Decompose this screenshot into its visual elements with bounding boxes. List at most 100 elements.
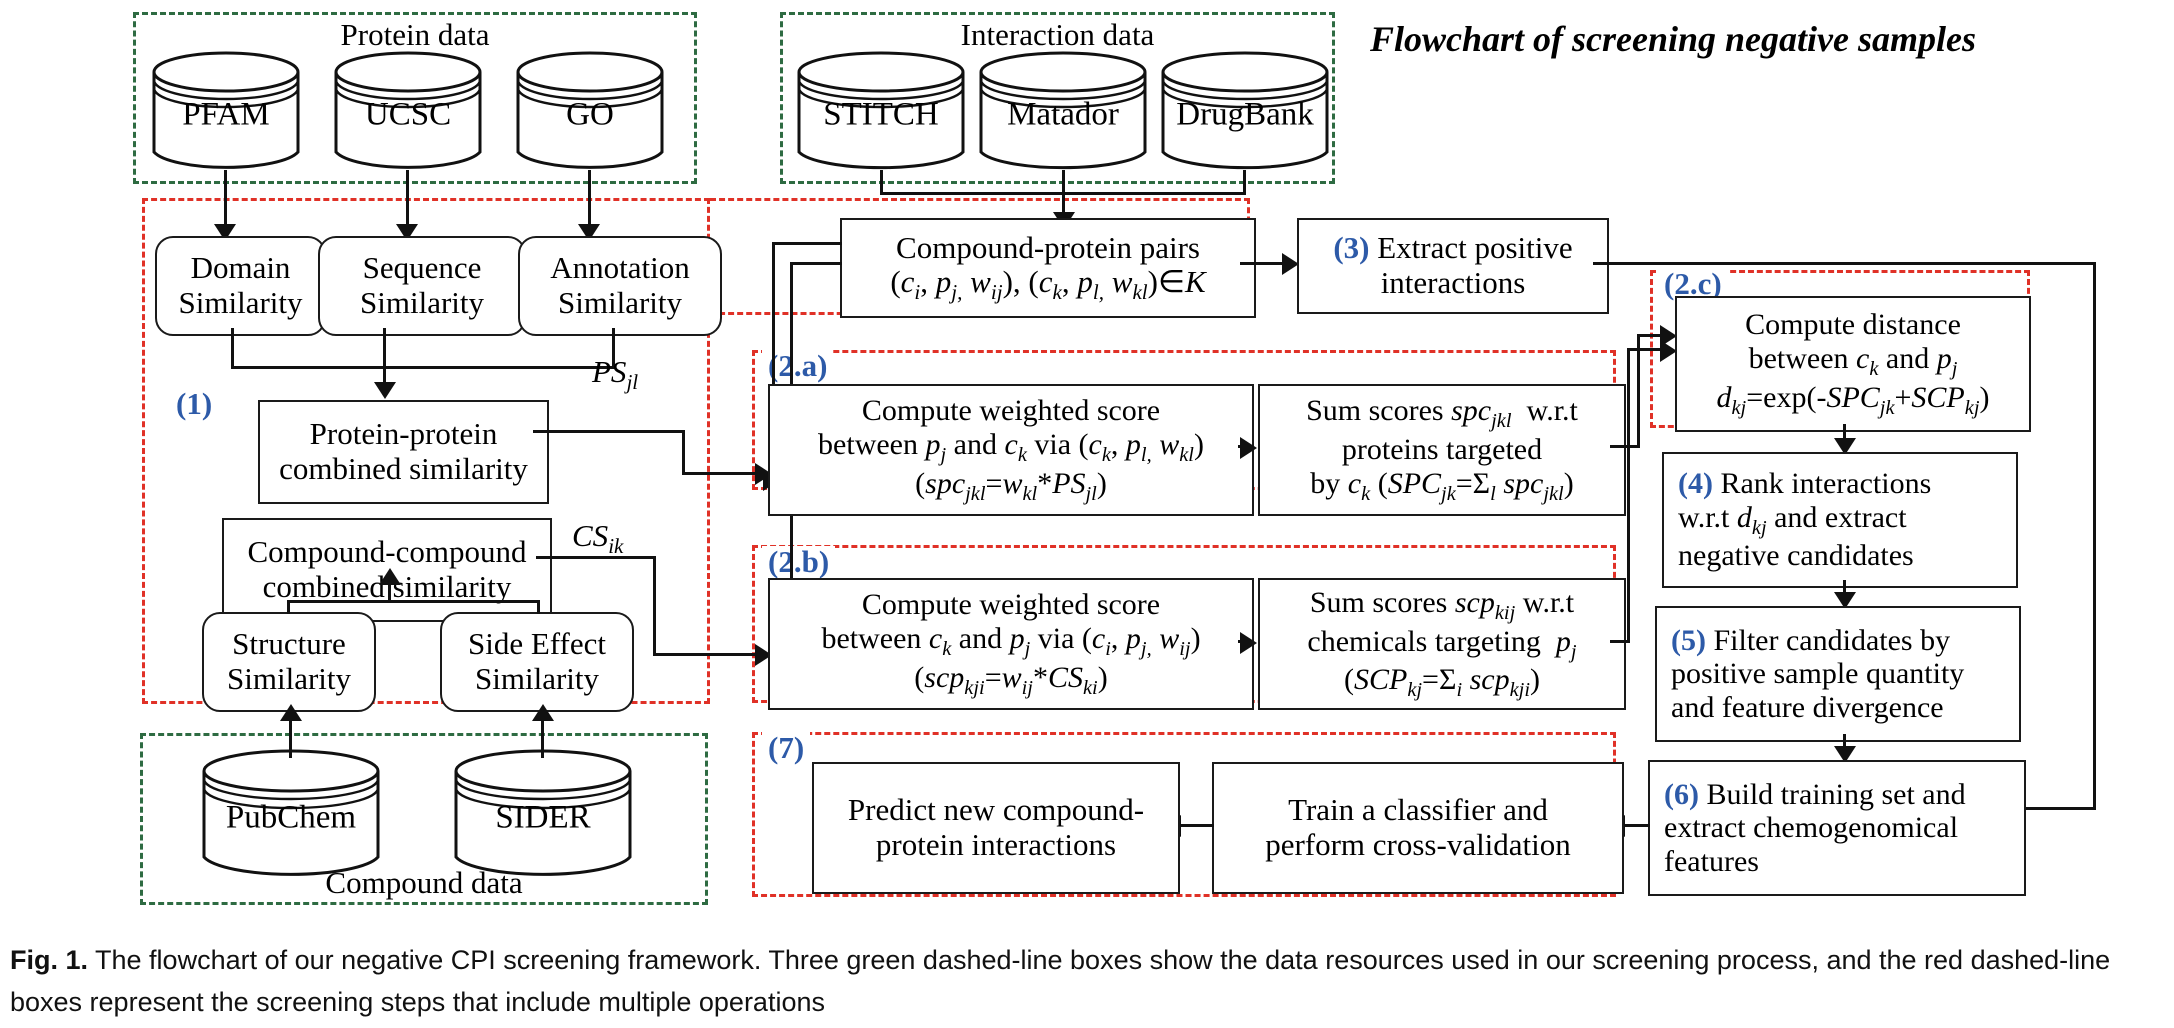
step6-line1: Build training set and <box>1706 777 1966 811</box>
figure-headline: Flowchart of screening negative samples <box>1370 19 1976 59</box>
connector-go-annotation <box>588 170 591 228</box>
arrow-pubchem-structure <box>280 704 302 721</box>
cp-pairs-line1: Compound-protein pairs <box>896 229 1200 265</box>
box-2b-left-line1: Compute weighted score <box>861 588 1161 622</box>
database-drugbank-label: DrugBank <box>1176 96 1314 133</box>
arrow-2a-left-to-right <box>1240 437 1257 459</box>
box-annotation-similarity: Annotation Similarity <box>518 236 722 336</box>
figure-canvas: Flowchart of screening negative samples … <box>0 0 2174 1028</box>
box-structure-l2: Similarity <box>227 661 351 696</box>
caption-text: The flowchart of our negative CPI screen… <box>10 945 2111 1017</box>
box-structure-similarity: Structure Similarity <box>202 612 376 712</box>
box-2c-line2: between ck and pj <box>1748 341 1958 380</box>
step3-line2: interactions <box>1380 265 1526 300</box>
database-ucsc: UCSC <box>332 48 484 176</box>
database-stitch-label: STITCH <box>823 96 939 133</box>
box-pp-l1: Protein-protein <box>309 416 498 452</box>
box-cc-l1: Compound-compound <box>247 534 527 570</box>
train-line1: Train a classifier and <box>1288 792 1548 828</box>
box-structure-l1: Structure <box>232 626 346 662</box>
label-cs-ik-main: CS <box>572 518 609 553</box>
box-side-effect-similarity: Side Effect Similarity <box>440 612 634 712</box>
database-pfam-label: PFAM <box>182 96 270 133</box>
connector-cppairs-left2-top <box>790 262 842 265</box>
arrow-sider-sideeffect <box>532 704 554 721</box>
connector-pubchem-up <box>289 718 292 758</box>
predict-line1: Predict new compound- <box>847 792 1145 828</box>
database-pubchem: PubChem <box>200 745 382 885</box>
connector-cp-to-step3 <box>1240 262 1285 265</box>
box-sequence-similarity-l1: Sequence <box>362 250 482 286</box>
box-2a-right-line1: Sum scores spcjkl w.r.t <box>1306 394 1578 433</box>
arrow-to-compound-compound <box>379 568 401 585</box>
group-protein-data-title: Protein data <box>136 17 694 52</box>
caption-prefix: Fig. 1. <box>10 945 89 975</box>
connector-cs-3 <box>653 653 763 656</box>
box-2a-left-line1: Compute weighted score <box>861 394 1161 428</box>
connector-sequence-down <box>383 328 386 386</box>
box-2c-line1: Compute distance <box>1745 308 1961 342</box>
connector-structure-right <box>287 600 387 603</box>
step2c-tag: (2.c) <box>1658 268 1728 299</box>
step4-num: (4) <box>1678 466 1713 500</box>
box-step4-rank-interactions: (4) Rank interactions w.r.t dkj and extr… <box>1662 452 2018 588</box>
connector-ps-2 <box>682 430 685 475</box>
step5-line2: positive sample quantity <box>1671 657 1965 691</box>
database-go-label: GO <box>566 96 614 133</box>
box-2c-line3: dkj=exp(-SPCjk+SCPkj) <box>1716 380 1990 419</box>
connector-step3-down <box>2093 262 2096 810</box>
connector-step3-right <box>1593 262 2096 265</box>
box-sequence-similarity-l2: Similarity <box>360 285 484 320</box>
box-annotation-similarity-l1: Annotation <box>550 250 690 286</box>
step5-line1: Filter candidates by <box>1713 623 1951 657</box>
label-ps-jl-sub: jl <box>626 370 639 395</box>
connector-stitch-right <box>880 192 1063 195</box>
step3-num: (3) <box>1333 230 1370 266</box>
box-2b-right-line2: chemicals targeting pj <box>1307 624 1577 663</box>
box-2a-right-line3: by ck (SPCjk=Σl spcjkl) <box>1310 466 1574 505</box>
figure-caption: Fig. 1. The flowchart of our negative CP… <box>10 940 2160 1024</box>
database-ucsc-label: UCSC <box>364 96 452 133</box>
connector-ps-3 <box>682 472 762 475</box>
connector-pfam-domain <box>224 170 227 228</box>
train-line2: perform cross-validation <box>1265 827 1571 862</box>
database-go: GO <box>514 48 666 176</box>
step5-line3: and feature divergence <box>1671 690 1944 724</box>
database-pfam: PFAM <box>150 48 302 176</box>
box-2a-compute-weighted-score: Compute weighted score between pj and ck… <box>768 384 1254 516</box>
step3-line1: Extract positive <box>1377 230 1573 266</box>
box-domain-similarity: Domain Similarity <box>155 236 326 336</box>
box-2a-sum-scores: Sum scores spcjkl w.r.t proteins targete… <box>1258 384 1626 516</box>
connector-sideeffect-left <box>387 600 539 603</box>
box-2b-sum-scores: Sum scores scpkij w.r.t chemicals target… <box>1258 578 1626 710</box>
database-stitch: STITCH <box>795 48 967 176</box>
step6-num: (6) <box>1664 777 1699 811</box>
database-drugbank: DrugBank <box>1159 48 1331 176</box>
step4-line2: w.r.t dkj and extract <box>1678 500 1907 539</box>
connector-cs-2 <box>653 556 656 656</box>
box-step6-build-training-set: (6) Build training set and extract chemo… <box>1648 760 2026 896</box>
connector-ps-1 <box>533 430 685 433</box>
box-pp-l2: combined similarity <box>279 451 528 486</box>
group-interaction-data-title: Interaction data <box>783 17 1332 52</box>
predict-line2: protein interactions <box>875 827 1117 862</box>
box-domain-similarity-l1: Domain <box>190 250 291 286</box>
database-sider: SIDER <box>452 745 634 885</box>
label-cs-ik-sub: ik <box>608 534 624 559</box>
box-domain-similarity-l2: Similarity <box>178 285 303 320</box>
connector-drugbank-left <box>1063 192 1246 195</box>
connector-ucsc-sequence <box>406 170 409 228</box>
step4-line3: negative candidates <box>1678 539 1914 573</box>
box-2b-right-line3: (SCPkj=Σi scpkji) <box>1343 663 1540 702</box>
connector-domain-right <box>231 366 383 369</box>
connector-cs-1 <box>536 556 656 559</box>
label-ps-jl-main: PS <box>592 354 627 389</box>
database-sider-label: SIDER <box>495 799 591 836</box>
connector-2a-to-2c-v <box>1637 334 1640 448</box>
cp-pairs-line2: (ci, pj, wij), (ck, pl, wkl)∈K <box>890 264 1206 305</box>
connector-matador-down <box>1062 170 1065 216</box>
step4-line1: Rank interactions <box>1720 466 1932 500</box>
box-2b-left-line2: between ck and pj via (ci, pj, wij) <box>821 621 1201 660</box>
database-pubchem-label: PubChem <box>225 799 357 836</box>
box-sideeffect-l2: Similarity <box>475 661 599 696</box>
